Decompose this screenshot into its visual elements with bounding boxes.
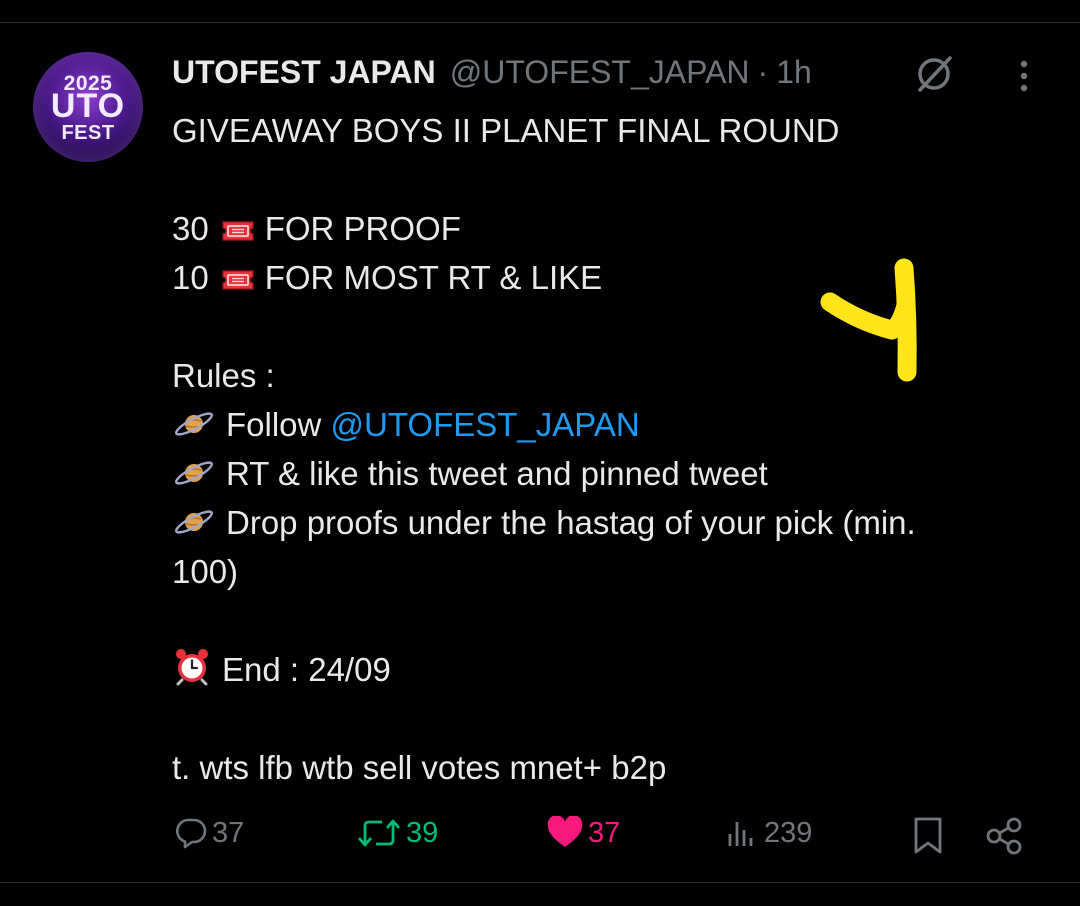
ringed-planet-icon	[172, 403, 216, 452]
reply-icon	[176, 818, 207, 849]
ticket-emoji-icon	[221, 207, 255, 256]
reply-button[interactable]: 37	[174, 816, 244, 850]
separator-dot: ·	[757, 53, 769, 90]
end-text: End : 24/09	[222, 651, 391, 688]
rule1-text: Follow	[226, 406, 322, 443]
share-icon	[986, 817, 1022, 855]
rule2-text: RT & like this tweet and pinned tweet	[226, 455, 768, 492]
rule3-text: Drop proofs under the hastag of your pic…	[226, 504, 916, 541]
post-body: GIVEAWAY BOYS II PLANET FINAL ROUND 30 FO…	[172, 106, 1052, 792]
more-icon[interactable]	[1010, 56, 1038, 96]
avatar-fest: FEST	[61, 122, 115, 144]
post-time[interactable]: 1h	[776, 54, 812, 91]
avatar-uto: UTO	[50, 87, 126, 125]
prize2-text: FOR MOST RT & LIKE	[264, 259, 603, 296]
tags-line: t. wts lfb wtb sell votes mnet+ b2p	[172, 749, 667, 786]
rule-3-continued: 100)	[172, 553, 239, 590]
repost-button[interactable]: 39	[356, 816, 438, 850]
prize-line-1: 30 FOR PROOF	[172, 204, 1052, 253]
bookmark-button[interactable]	[911, 816, 949, 856]
rule-1: Follow @UTOFEST_JAPAN	[172, 400, 1052, 449]
post-title: GIVEAWAY BOYS II PLANET FINAL ROUND	[172, 112, 840, 149]
rule-2: RT & like this tweet and pinned tweet	[172, 449, 1052, 498]
alarm-clock-icon	[172, 646, 212, 699]
avatar[interactable]: 2025 UTO FEST	[33, 52, 143, 162]
rule-3: Drop proofs under the hastag of your pic…	[172, 498, 1052, 547]
end-line: End : 24/09	[172, 645, 1052, 694]
like-button[interactable]: 37	[546, 816, 620, 850]
yellow-doodle	[820, 258, 917, 382]
ringed-planet-icon	[172, 452, 216, 501]
mention-link[interactable]: @UTOFEST_JAPAN	[331, 406, 640, 443]
reply-count: 37	[212, 816, 245, 849]
action-bar: 37 39 37 239	[0, 808, 1080, 864]
ringed-planet-icon	[172, 501, 216, 550]
prize1-text: FOR PROOF	[264, 210, 461, 247]
top-divider	[0, 22, 1080, 23]
bottom-divider	[0, 882, 1080, 883]
ticket-emoji-icon	[221, 256, 255, 305]
prize2-count: 10	[172, 259, 209, 296]
user-handle[interactable]: @UTOFEST_JAPAN	[450, 54, 750, 91]
share-button[interactable]	[984, 816, 1028, 856]
views-button[interactable]: 239	[724, 816, 812, 850]
like-count: 37	[588, 816, 621, 849]
views-chart-icon	[728, 822, 753, 846]
views-count: 239	[764, 816, 813, 849]
post-header: UTOFEST JAPAN @UTOFEST_JAPAN · 1h	[172, 52, 812, 92]
display-name[interactable]: UTOFEST JAPAN	[172, 54, 436, 91]
heart-icon	[547, 816, 583, 847]
repost-icon	[357, 819, 401, 847]
prize1-count: 30	[172, 210, 209, 247]
grok-icon[interactable]	[912, 54, 956, 94]
repost-count: 39	[406, 816, 439, 849]
bookmark-icon	[914, 817, 942, 854]
